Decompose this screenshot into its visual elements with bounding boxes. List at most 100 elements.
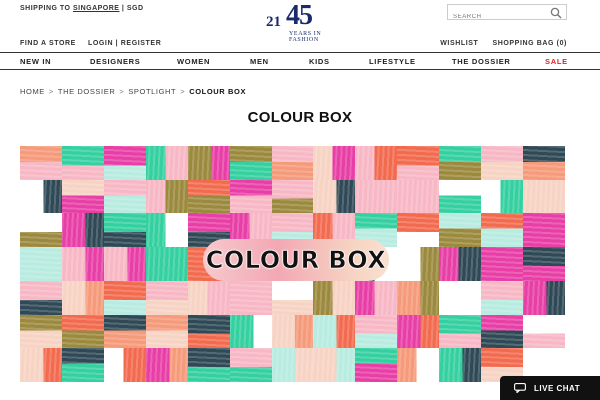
banner-paint-tile: [313, 280, 357, 316]
banner-paint-tile: [313, 179, 357, 215]
banner-paint-tile: [271, 179, 315, 215]
find-store-link[interactable]: FIND A STORE: [20, 40, 76, 47]
banner-paint-tile: [229, 280, 273, 316]
breadcrumb-spotlight[interactable]: SPOTLIGHT: [128, 87, 176, 96]
banner-paint-tile: [481, 179, 525, 215]
banner-paint-tile: [313, 348, 357, 382]
banner-paint-tile: [355, 146, 399, 181]
nav-lifestyle[interactable]: LIFESTYLE: [369, 57, 416, 66]
brand-logo[interactable]: 21 45 YEARS IN FASHION: [262, 0, 332, 44]
banner-paint-tile: [103, 280, 147, 316]
banner-paint-tile: [187, 146, 231, 181]
banner-paint-tile: [481, 247, 525, 282]
banner-paint-tile: [229, 348, 273, 382]
banner-paint-tile: [145, 213, 189, 249]
banner-paint-tile: [20, 348, 63, 382]
banner-paint-tile: [20, 179, 63, 215]
banner-paint-tile: [481, 146, 525, 181]
banner-paint-tile: [523, 280, 565, 316]
banner-paint-tile: [355, 348, 399, 382]
banner-paint-tile: [523, 146, 565, 181]
nav-kids[interactable]: KIDS: [309, 57, 330, 66]
banner-paint-tile: [397, 280, 441, 316]
banner-paint-tile: [355, 280, 399, 316]
banner-paint-tile: [439, 213, 483, 249]
banner-paint-tile: [61, 314, 105, 350]
search-box[interactable]: [447, 4, 567, 24]
banner-paint-tile: [271, 314, 315, 350]
search-icon[interactable]: [550, 7, 562, 19]
breadcrumb-dossier[interactable]: THE DOSSIER: [58, 87, 115, 96]
shipping-country-link[interactable]: SINGAPORE: [73, 5, 120, 12]
banner-paint-tile: [229, 314, 273, 350]
banner-paint-tile: [313, 146, 357, 181]
nav-men[interactable]: MEN: [250, 57, 269, 66]
nav-sale[interactable]: SALE: [545, 57, 568, 66]
banner-paint-tile: [271, 146, 315, 181]
banner-paint-tile: [61, 213, 105, 249]
login-register-link[interactable]: LOGIN | REGISTER: [88, 40, 161, 47]
banner-paint-tile: [439, 179, 483, 215]
banner-paint-tile: [187, 348, 231, 382]
banner-paint-tile: [61, 348, 105, 382]
breadcrumb-separator: >: [119, 87, 125, 96]
nav-designers[interactable]: DESIGNERS: [90, 57, 140, 66]
banner-paint-tile: [481, 314, 525, 350]
banner-paint-tile: [20, 247, 63, 282]
banner-paint-tile: [439, 348, 483, 382]
banner-paint-tile: [61, 146, 105, 181]
top-header: SHIPPING TO SINGAPORE | SGD FIND A STORE…: [0, 0, 600, 52]
breadcrumb-separator: >: [180, 87, 186, 96]
banner-paint-tile: [271, 348, 315, 382]
banner-paint-tile: [481, 213, 525, 249]
nav-women[interactable]: WOMEN: [177, 57, 210, 66]
currency-label: | SGD: [121, 5, 144, 12]
live-chat-label: LIVE CHAT: [534, 383, 581, 393]
banner-paint-tile: [229, 146, 273, 181]
banner-paint-tile: [523, 179, 565, 215]
banner-paint-tile: [439, 247, 483, 282]
banner-paint-tile: [397, 146, 441, 181]
banner-paint-tile: [145, 314, 189, 350]
banner-paint-tile: [20, 146, 63, 181]
banner-paint-tile: [439, 146, 483, 181]
banner-paint-tile: [523, 213, 565, 249]
banner-paint-tile: [20, 280, 63, 316]
shopping-bag-link[interactable]: SHOPPING BAG (0): [492, 40, 567, 47]
live-chat-button[interactable]: LIVE CHAT: [500, 376, 600, 400]
logo-number-21: 21: [266, 14, 281, 30]
banner-paint-tile: [355, 179, 399, 215]
banner-paint-tile: [397, 213, 441, 249]
logo-tagline-2: FASHION: [289, 37, 319, 43]
banner-paint-tile: [20, 314, 63, 350]
wishlist-link[interactable]: WISHLIST: [440, 40, 478, 47]
hero-banner-image: COLOUR BOX: [20, 146, 565, 382]
banner-paint-tile: [103, 179, 147, 215]
banner-paint-tile: [187, 314, 231, 350]
search-input[interactable]: [448, 10, 544, 24]
nav-new-in[interactable]: NEW IN: [20, 57, 51, 66]
user-links: WISHLIST SHOPPING BAG (0): [440, 40, 567, 47]
breadcrumb-home[interactable]: HOME: [20, 87, 45, 96]
chat-bubble-icon: [514, 383, 526, 393]
banner-paint-tile: [439, 314, 483, 350]
banner-paint-tile: [145, 247, 189, 282]
banner-paint-tile: [103, 348, 147, 382]
banner-title-badge: COLOUR BOX: [203, 239, 389, 281]
banner-paint-tile: [145, 179, 189, 215]
banner-paint-tile: [145, 146, 189, 181]
banner-paint-tile: [61, 280, 105, 316]
account-links: FIND A STORE LOGIN | REGISTER: [20, 40, 161, 47]
banner-paint-tile: [523, 247, 565, 282]
banner-title-text: COLOUR BOX: [205, 246, 387, 275]
banner-paint-tile: [187, 179, 231, 215]
breadcrumb-current: COLOUR BOX: [189, 87, 247, 96]
banner-paint-tile: [313, 314, 357, 350]
nav-the-dossier[interactable]: THE DOSSIER: [452, 57, 511, 66]
banner-paint-tile: [187, 280, 231, 316]
banner-paint-tile: [523, 314, 565, 350]
breadcrumb: HOME > THE DOSSIER > SPOTLIGHT > COLOUR …: [20, 87, 246, 96]
shipping-info[interactable]: SHIPPING TO SINGAPORE | SGD: [20, 5, 144, 12]
banner-paint-tile: [397, 348, 441, 382]
banner-paint-tile: [61, 179, 105, 215]
